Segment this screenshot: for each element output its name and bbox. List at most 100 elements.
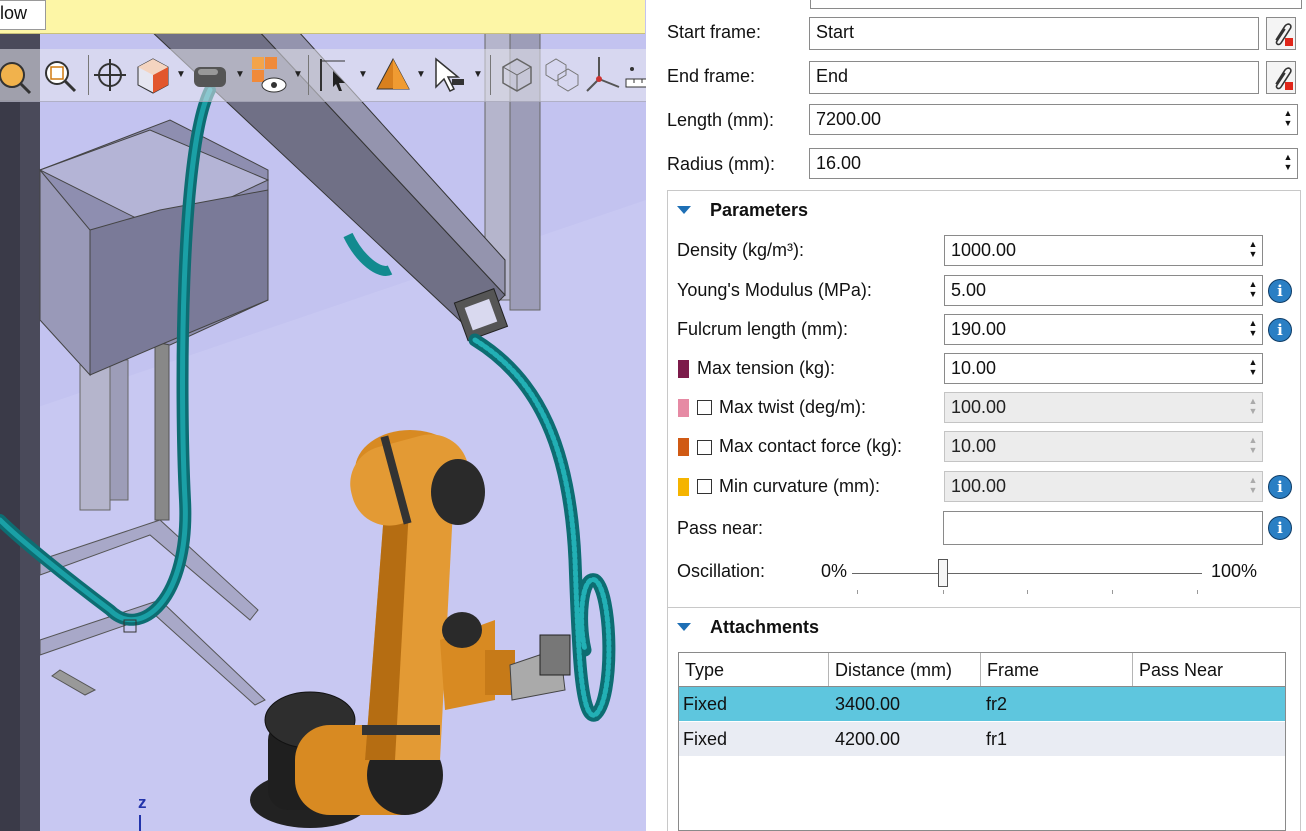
zoom-icon[interactable] [40, 53, 80, 97]
length-spinbox[interactable]: 7200.00 ▲ ▼ [809, 104, 1298, 135]
box-view-icon[interactable] [497, 53, 537, 97]
spin-arrows-icon[interactable]: ▲ ▼ [1248, 239, 1258, 261]
max-twist-checkbox[interactable] [697, 400, 712, 415]
density-spinbox[interactable]: 1000.00 ▲ ▼ [944, 235, 1263, 266]
column-header-frame[interactable]: Frame [981, 653, 1133, 686]
visibility-eye-icon[interactable] [250, 53, 290, 97]
max-twist-color-swatch [678, 399, 689, 417]
spin-arrows-icon[interactable]: ▲ ▼ [1248, 318, 1258, 340]
young-modulus-label: Young's Modulus (MPa): [677, 280, 872, 300]
max-tension-spinbox[interactable]: 10.00 ▲ ▼ [944, 353, 1263, 384]
cell-type: Fixed [683, 729, 728, 749]
max-contact-force-checkbox[interactable] [697, 440, 712, 455]
max-contact-force-value: 10.00 [951, 436, 997, 456]
spin-arrows-icon: ▲ ▼ [1248, 435, 1258, 455]
info-icon[interactable]: i [1268, 318, 1292, 342]
info-icon[interactable]: i [1268, 475, 1292, 499]
chevron-down-icon[interactable]: ▼ [176, 69, 186, 80]
table-header: Type Distance (mm) Frame Pass Near [679, 653, 1285, 687]
fulcrum-length-value: 190.00 [951, 319, 1007, 339]
spin-arrows-icon[interactable]: ▲ ▼ [1248, 279, 1258, 301]
start-frame-value: Start [816, 22, 855, 42]
multi-box-icon[interactable] [542, 53, 582, 97]
young-modulus-spinbox[interactable]: 5.00 ▲ ▼ [944, 275, 1263, 306]
end-frame-label: End frame: [667, 66, 756, 86]
toolbar-separator [308, 55, 309, 95]
oscillation-slider-track[interactable] [852, 573, 1202, 574]
spin-arrows-icon: ▲ ▼ [1248, 475, 1258, 495]
column-header-pass-near[interactable]: Pass Near [1133, 653, 1285, 686]
max-twist-label: Max twist (deg/m): [719, 397, 867, 417]
oscillation-label: Oscillation: [677, 561, 766, 581]
slider-tick [1197, 590, 1198, 594]
oscillation-slider-thumb[interactable] [938, 559, 948, 587]
info-icon[interactable]: i [1268, 516, 1292, 540]
fulcrum-length-spinbox[interactable]: 190.00 ▲ ▼ [944, 314, 1263, 345]
attachments-title[interactable]: Attachments [710, 617, 819, 638]
scene-render[interactable] [0, 0, 646, 831]
cell-frame: fr2 [986, 694, 1008, 714]
oscillation-min-label: 0% [821, 561, 848, 581]
spin-arrows-icon[interactable]: ▲ ▼ [1248, 357, 1258, 379]
collapse-triangle-icon[interactable] [677, 206, 691, 214]
start-frame-field[interactable]: Start [809, 17, 1259, 50]
center-target-icon[interactable] [90, 53, 130, 97]
start-frame-pick-button[interactable] [1266, 17, 1296, 50]
table-row[interactable]: Fixed 4200.00 fr1 [679, 722, 1285, 756]
select-pointer-icon[interactable] [0, 53, 34, 97]
collapse-triangle-icon[interactable] [677, 623, 691, 631]
max-twist-spinbox: 100.00 ▲ ▼ [944, 392, 1263, 423]
max-twist-value: 100.00 [951, 397, 1007, 417]
parameters-title[interactable]: Parameters [710, 200, 808, 221]
toolbar-separator [490, 55, 491, 95]
cell-distance: 3400.00 [835, 694, 901, 714]
min-curvature-color-swatch [678, 478, 689, 496]
chevron-down-icon[interactable]: ▼ [293, 69, 303, 80]
cell-type: Fixed [683, 694, 728, 714]
toolbar-separator [88, 55, 89, 95]
chevron-down-icon[interactable]: ▼ [358, 69, 368, 80]
info-icon[interactable]: i [1268, 279, 1292, 303]
pass-near-field[interactable] [943, 511, 1263, 545]
spin-arrows-icon[interactable]: ▲ ▼ [1283, 152, 1293, 174]
column-header-type[interactable]: Type [679, 653, 829, 686]
pyramid-icon[interactable] [373, 53, 413, 97]
column-header-distance[interactable]: Distance (mm) [829, 653, 981, 686]
chevron-down-icon[interactable]: ▼ [235, 69, 245, 80]
chevron-down-icon[interactable]: ▼ [416, 69, 426, 80]
table-row[interactable]: Fixed 3400.00 fr2 [679, 687, 1285, 721]
attachments-table: Type Distance (mm) Frame Pass Near Fixed… [678, 652, 1286, 831]
top-field-edge [810, 0, 1302, 9]
slider-tick [943, 590, 944, 594]
end-frame-field[interactable]: End [809, 61, 1259, 94]
slider-tick [1112, 590, 1113, 594]
max-tension-color-swatch [678, 360, 689, 378]
max-contact-force-spinbox: 10.00 ▲ ▼ [944, 431, 1263, 462]
end-frame-value: End [816, 66, 849, 86]
axes-icon[interactable] [585, 53, 625, 97]
radius-value: 16.00 [816, 153, 862, 173]
radius-spinbox[interactable]: 16.00 ▲ ▼ [809, 148, 1298, 179]
chevron-down-icon[interactable]: ▼ [473, 69, 483, 80]
notification-bar: low [0, 0, 645, 34]
slider-tick [1027, 590, 1028, 594]
min-curvature-checkbox[interactable] [697, 479, 712, 494]
frame-select-icon[interactable] [315, 53, 355, 97]
min-curvature-label: Min curvature (mm): [719, 476, 881, 496]
end-frame-pick-button[interactable] [1266, 61, 1296, 94]
arrow-select-icon[interactable] [430, 53, 470, 97]
spin-arrows-icon[interactable]: ▲ ▼ [1283, 108, 1293, 130]
ruler-icon[interactable] [624, 53, 646, 97]
view-cube-icon[interactable] [133, 53, 173, 97]
slider-tick [857, 590, 858, 594]
fulcrum-length-label: Fulcrum length (mm): [677, 319, 849, 339]
notification-tab[interactable]: low [0, 0, 47, 30]
min-curvature-spinbox: 100.00 ▲ ▼ [944, 471, 1263, 502]
max-tension-value: 10.00 [951, 358, 997, 378]
pass-near-label: Pass near: [677, 518, 764, 538]
cable-properties-panel: Start frame: Start End frame: End Length… [650, 0, 1306, 831]
shading-icon[interactable] [190, 53, 230, 97]
3d-viewport[interactable]: low ▼ ▼ ▼ ▼ ▼ ▼ z [0, 0, 646, 831]
max-contact-force-color-swatch [678, 438, 689, 456]
paperclip-icon [1275, 23, 1293, 46]
